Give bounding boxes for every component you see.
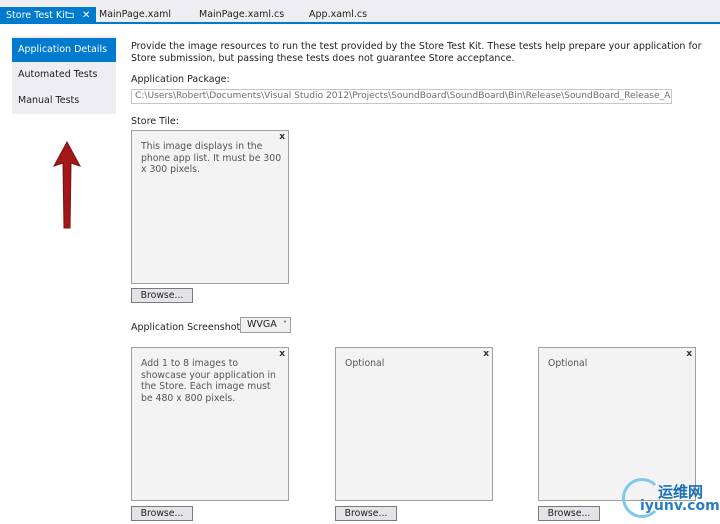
tab-label: Store Test Kit [6, 10, 69, 21]
tab-app-xaml-cs[interactable]: App.xaml.cs [309, 6, 367, 24]
close-icon[interactable]: x [483, 349, 489, 359]
tab-label: MainPage.xaml [99, 9, 172, 20]
document-tab-strip: Store Test Kit ⊐ ✕ MainPage.xaml MainPag… [0, 0, 720, 24]
browse-screenshot-2-button[interactable]: Browse... [335, 506, 397, 521]
resolution-value: WVGA [247, 319, 277, 330]
screenshot-hint: Add 1 to 8 images to showcase your appli… [141, 358, 276, 404]
browse-store-tile-button[interactable]: Browse... [131, 288, 193, 303]
watermark-logo: 运维网 iyunv.com [618, 476, 720, 522]
browse-screenshot-1-button[interactable]: Browse... [131, 506, 193, 521]
page-description: Provide the image resources to run the t… [131, 41, 702, 64]
resolution-select[interactable]: WVGA ˅ [240, 317, 291, 333]
annotation-arrow-icon [52, 140, 82, 229]
package-label: Application Package: [131, 74, 230, 85]
optional-hint: Optional [345, 358, 385, 369]
tab-label: App.xaml.cs [309, 9, 368, 20]
package-path-field[interactable]: C:\Users\Robert\Documents\Visual Studio … [131, 89, 672, 104]
store-tile-hint: This image displays in the phone app lis… [141, 141, 282, 175]
close-icon[interactable]: x [686, 349, 692, 359]
screenshot-dropzone-2[interactable]: x Optional [335, 347, 493, 501]
browse-screenshot-3-button[interactable]: Browse... [538, 506, 600, 521]
store-tile-label: Store Tile: [131, 116, 179, 127]
optional-hint: Optional [548, 358, 588, 369]
store-tile-dropzone[interactable]: x This image displays in the phone app l… [131, 130, 289, 284]
pin-icon[interactable]: ⊐ [67, 7, 75, 25]
tab-mainpage-xaml-cs[interactable]: MainPage.xaml.cs [199, 6, 284, 24]
watermark-en-text: iyunv.com [640, 498, 720, 514]
nav-item-manual-tests[interactable]: Manual Tests [12, 89, 116, 113]
tab-mainpage-xaml[interactable]: MainPage.xaml [99, 6, 171, 24]
screenshot-dropzone-1[interactable]: x Add 1 to 8 images to showcase your app… [131, 347, 289, 501]
side-nav: Application Details Automated Tests Manu… [12, 36, 116, 114]
nav-item-application-details[interactable]: Application Details [12, 38, 116, 62]
nav-item-automated-tests[interactable]: Automated Tests [12, 63, 116, 87]
close-icon[interactable]: ✕ [82, 7, 90, 25]
chevron-down-icon: ˅ [283, 320, 287, 329]
screenshots-label: Application Screenshots: [131, 322, 249, 333]
tab-label: MainPage.xaml.cs [199, 9, 285, 20]
tab-store-test-kit[interactable]: Store Test Kit ⊐ ✕ [0, 7, 96, 24]
